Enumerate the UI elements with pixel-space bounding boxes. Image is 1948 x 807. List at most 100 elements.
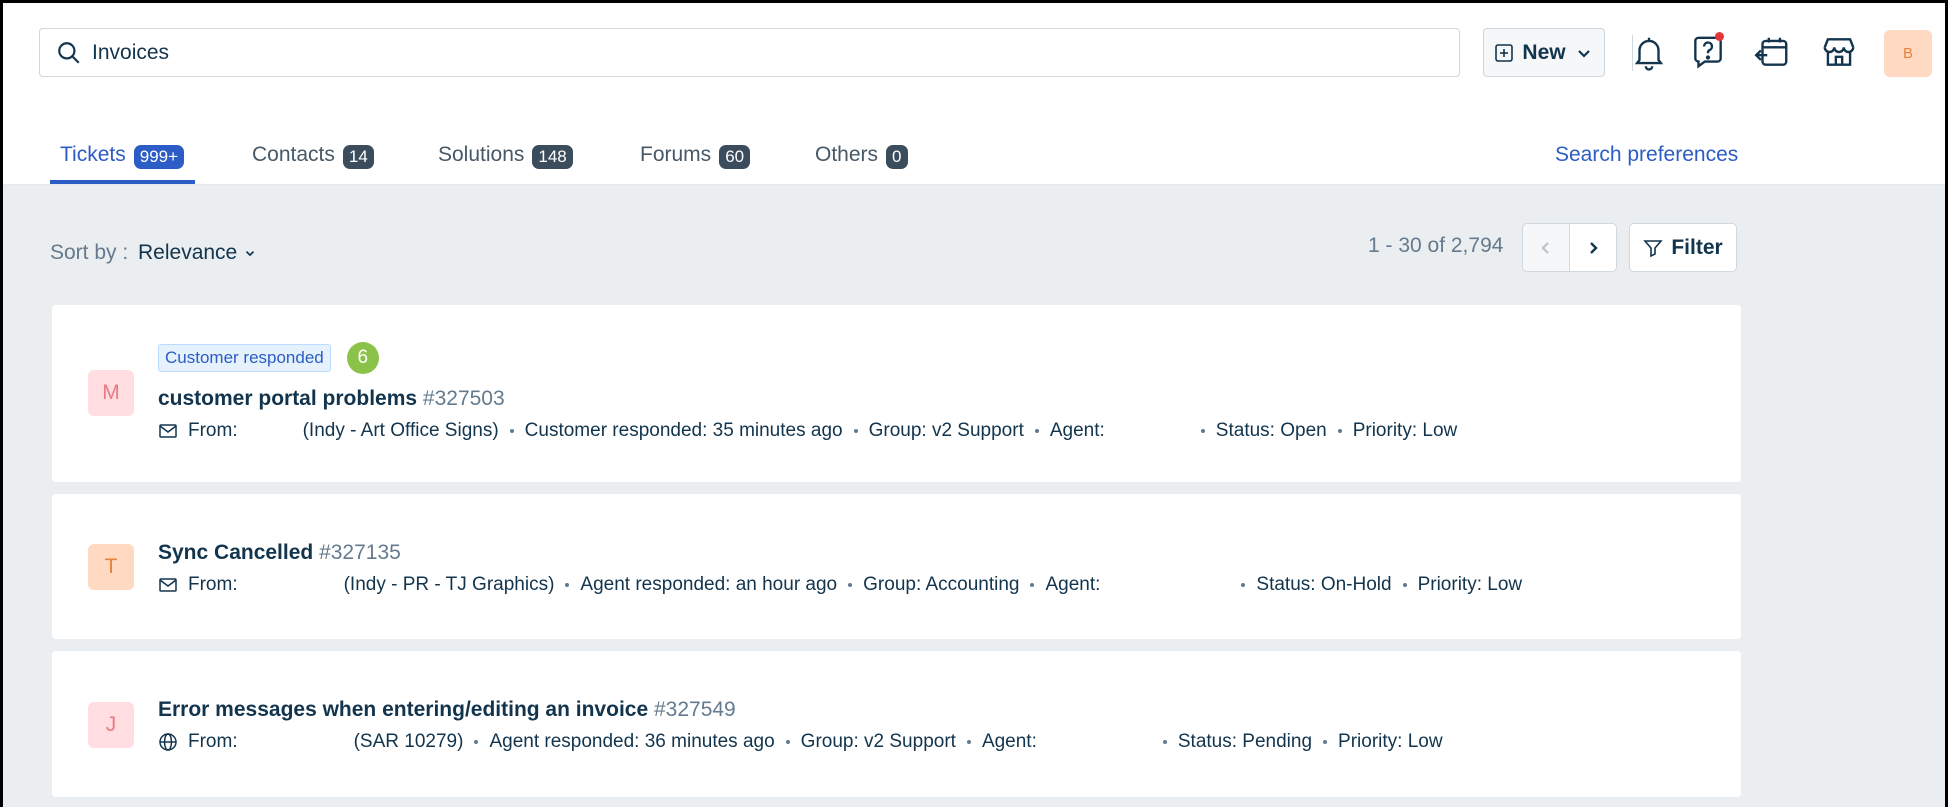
tab-count: 0 bbox=[886, 145, 908, 169]
agent-text: Agent: bbox=[1049, 420, 1105, 441]
search-preferences-link[interactable]: Search preferences bbox=[1555, 143, 1738, 167]
pagination-text: 1 - 30 of 2,794 bbox=[1368, 234, 1504, 257]
separator-dot bbox=[848, 583, 853, 587]
global-search[interactable] bbox=[39, 28, 1460, 77]
chevron-right-icon bbox=[1590, 241, 1598, 254]
agent-text: Agent: bbox=[1045, 574, 1101, 595]
user-avatar[interactable]: B bbox=[1884, 30, 1932, 77]
activity-text: Agent responded: an hour ago bbox=[580, 574, 838, 595]
ticket-id: #327503 bbox=[422, 387, 505, 410]
ticket-card[interactable]: J Error messages when entering/editing a… bbox=[52, 651, 1741, 797]
ticket-subject[interactable]: customer portal problems bbox=[158, 387, 417, 410]
from-label: From: bbox=[188, 731, 238, 752]
sort-dropdown[interactable]: Relevance bbox=[138, 241, 257, 265]
requester-avatar: T bbox=[88, 544, 134, 590]
ticket-title-row[interactable]: Sync Cancelled #327135 bbox=[158, 541, 401, 565]
separator-dot bbox=[966, 740, 971, 744]
status-text: Status: Open bbox=[1215, 420, 1327, 441]
status-text: Status: On-Hold bbox=[1256, 574, 1392, 595]
chevron-down-icon bbox=[246, 251, 255, 257]
store-icon bbox=[1823, 38, 1855, 66]
notifications-button[interactable] bbox=[1626, 28, 1672, 76]
ticket-id: #327549 bbox=[653, 698, 736, 721]
ticket-title-row[interactable]: Error messages when entering/editing an … bbox=[158, 698, 736, 722]
priority-text: Priority: Low bbox=[1352, 420, 1458, 441]
search-icon bbox=[58, 41, 80, 64]
tab-solutions[interactable]: Solutions 148 bbox=[438, 143, 573, 185]
email-icon bbox=[159, 424, 177, 438]
email-icon bbox=[159, 578, 177, 592]
tab-count: 148 bbox=[532, 145, 573, 169]
results-area: Sort by : Relevance 1 - 30 of 2,794 Filt… bbox=[3, 185, 1945, 807]
separator-dot bbox=[1034, 429, 1039, 433]
new-button-label: New bbox=[1522, 40, 1566, 64]
activity-text: Customer responded: 35 minutes ago bbox=[524, 420, 843, 441]
ticket-meta: From: (SAR 10279) Agent responded: 36 mi… bbox=[158, 731, 1443, 753]
ticket-subject[interactable]: Sync Cancelled bbox=[158, 541, 313, 564]
marketplace-button[interactable] bbox=[1816, 28, 1862, 76]
status-badge: Customer responded bbox=[158, 344, 331, 372]
from-label: From: bbox=[188, 420, 238, 441]
tab-others[interactable]: Others 0 bbox=[815, 143, 908, 185]
previous-page-button[interactable] bbox=[1522, 223, 1570, 272]
conversation-count-badge: 6 bbox=[346, 342, 379, 374]
new-button[interactable]: New bbox=[1483, 28, 1605, 77]
ticket-id: #327135 bbox=[319, 541, 401, 564]
separator-dot bbox=[509, 429, 514, 433]
priority-text: Priority: Low bbox=[1417, 574, 1523, 595]
status-text: Status: Pending bbox=[1177, 731, 1313, 752]
tab-count: 999+ bbox=[133, 145, 185, 169]
help-button[interactable] bbox=[1685, 28, 1731, 76]
plus-square-icon bbox=[1495, 43, 1514, 62]
tab-label: Solutions bbox=[438, 143, 525, 166]
sort-value: Relevance bbox=[138, 241, 238, 264]
ticket-card[interactable]: M Customer responded 6 customer portal p… bbox=[52, 305, 1741, 482]
requester-avatar: M bbox=[88, 370, 134, 416]
from-label: From: bbox=[188, 574, 238, 595]
separator-dot bbox=[1402, 583, 1407, 587]
separator-dot bbox=[1323, 740, 1328, 744]
top-bar: New B bbox=[3, 3, 1945, 103]
ticket-badges: Customer responded 6 bbox=[158, 342, 379, 374]
active-tab-indicator bbox=[50, 180, 195, 184]
chevron-left-icon bbox=[1541, 241, 1549, 254]
tab-contacts[interactable]: Contacts 14 bbox=[252, 143, 374, 185]
ticket-card[interactable]: T Sync Cancelled #327135 From: (Indy - P… bbox=[52, 494, 1741, 639]
ticket-meta: From: (Indy - Art Office Signs) Customer… bbox=[158, 420, 1457, 442]
company-name: (Indy - PR - TJ Graphics) bbox=[343, 574, 555, 595]
requester-avatar: J bbox=[88, 702, 134, 748]
separator-dot bbox=[1030, 583, 1035, 587]
notification-dot bbox=[1715, 32, 1724, 41]
separator-dot bbox=[1162, 740, 1167, 744]
filter-label: Filter bbox=[1671, 235, 1723, 259]
tab-count: 14 bbox=[342, 145, 374, 169]
group-text: Group: v2 Support bbox=[868, 420, 1024, 441]
result-tabs: Tickets 999+ Contacts 14 Solutions 148 F… bbox=[3, 103, 1945, 185]
ticket-subject[interactable]: Error messages when entering/editing an … bbox=[158, 698, 648, 721]
tab-label: Forums bbox=[640, 143, 712, 166]
ticket-meta: From: (Indy - PR - TJ Graphics) Agent re… bbox=[158, 574, 1522, 596]
tab-forums[interactable]: Forums 60 bbox=[640, 143, 751, 185]
scheduler-button[interactable] bbox=[1749, 28, 1795, 76]
agent-text: Agent: bbox=[981, 731, 1037, 752]
sort-label: Sort by : bbox=[50, 241, 129, 264]
separator-dot bbox=[853, 429, 858, 433]
filter-button[interactable]: Filter bbox=[1629, 223, 1737, 272]
globe-icon bbox=[159, 733, 177, 751]
company-name: (SAR 10279) bbox=[353, 731, 464, 752]
search-input[interactable] bbox=[92, 40, 1392, 65]
separator-dot bbox=[1241, 583, 1246, 587]
ticket-title-row[interactable]: customer portal problems #327503 bbox=[158, 387, 505, 411]
filter-icon bbox=[1643, 239, 1664, 257]
activity-text: Agent responded: 36 minutes ago bbox=[489, 731, 775, 752]
separator-dot bbox=[565, 583, 570, 587]
bell-icon bbox=[1634, 37, 1664, 71]
group-text: Group: v2 Support bbox=[800, 731, 956, 752]
tab-label: Others bbox=[815, 143, 879, 166]
tab-tickets[interactable]: Tickets 999+ bbox=[60, 143, 185, 185]
tab-label: Contacts bbox=[252, 143, 335, 166]
calendar-arrow-icon bbox=[1754, 37, 1788, 66]
next-page-button[interactable] bbox=[1569, 223, 1617, 272]
chevron-down-icon bbox=[1577, 49, 1590, 58]
separator-dot bbox=[1337, 429, 1342, 433]
